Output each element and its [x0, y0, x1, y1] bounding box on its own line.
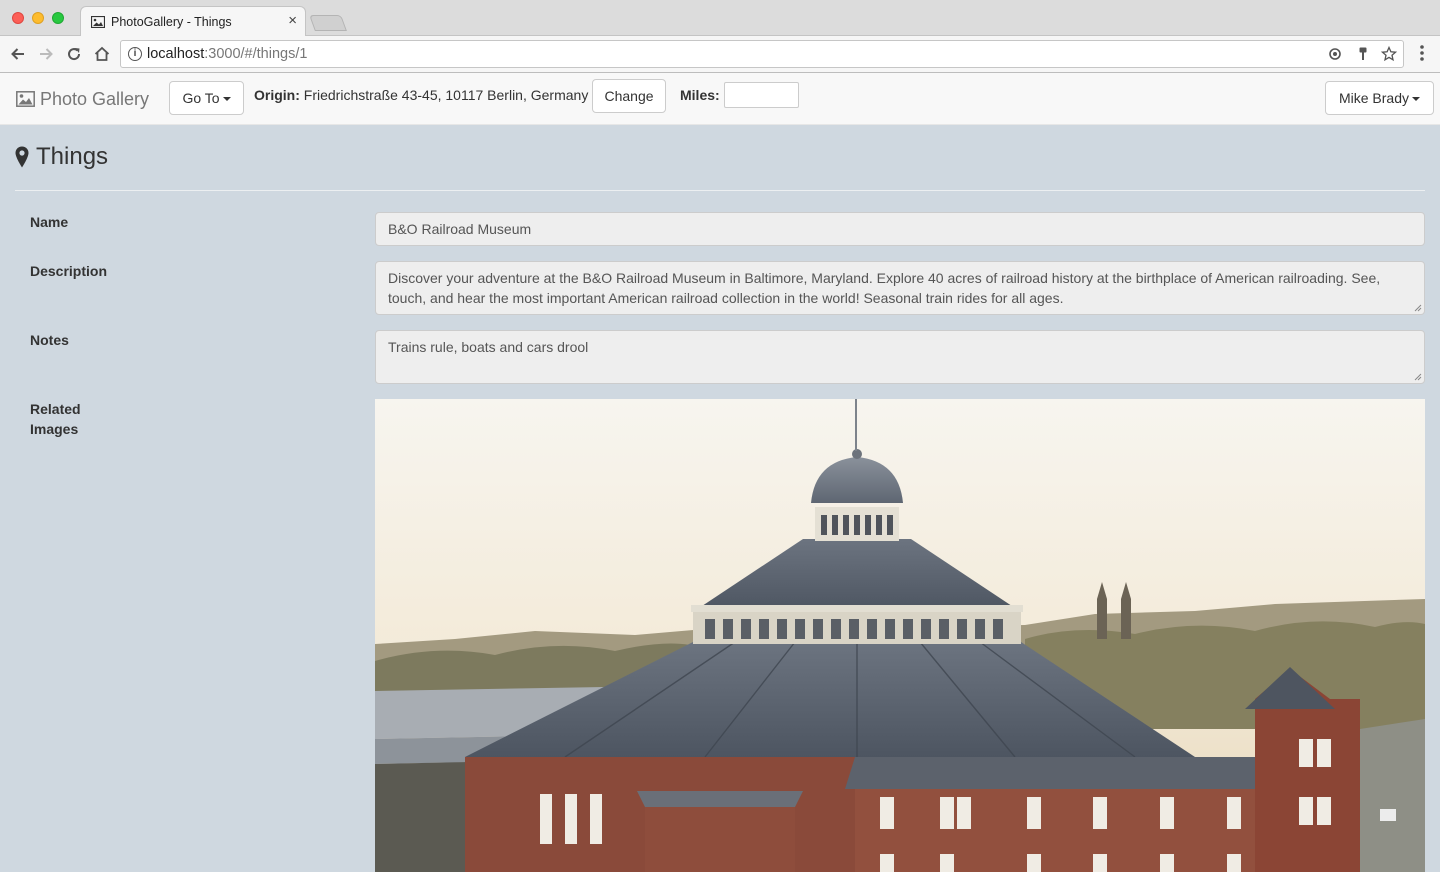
- notes-label: Notes: [30, 332, 69, 348]
- brand-text: Photo Gallery: [40, 88, 150, 109]
- bookmark-star-icon[interactable]: [1380, 45, 1398, 62]
- related-images-label: Related Images: [30, 399, 81, 439]
- browser-toolbar: i localhost:3000/#/things/1: [0, 36, 1440, 73]
- goto-label: Go To: [182, 90, 220, 106]
- name-label: Name: [30, 214, 69, 230]
- picture-icon: [16, 91, 35, 107]
- page-title: Things: [15, 143, 108, 171]
- back-arrow-icon[interactable]: [8, 44, 28, 64]
- brand-link[interactable]: Photo Gallery: [16, 88, 149, 110]
- caret-down-icon: [1412, 97, 1421, 102]
- forward-arrow-icon[interactable]: [36, 44, 56, 64]
- browser-tabstrip: PhotoGallery - Things ×: [0, 0, 1440, 37]
- resize-handle-icon[interactable]: [1414, 373, 1422, 381]
- address-bar[interactable]: i localhost:3000/#/things/1: [120, 40, 1404, 68]
- origin-label: Origin:: [254, 87, 300, 103]
- divider: [15, 190, 1425, 191]
- notes-text: Trains rule, boats and cars drool: [388, 339, 589, 355]
- reload-icon[interactable]: [64, 44, 84, 64]
- origin-display: Origin: Friedrichstraße 43-45, 10117 Ber…: [254, 87, 588, 103]
- resize-handle-icon[interactable]: [1414, 304, 1422, 312]
- related-label-line2: Images: [30, 421, 79, 437]
- description-textarea[interactable]: Discover your adventure at the B&O Railr…: [375, 261, 1425, 315]
- info-icon[interactable]: i: [128, 47, 142, 61]
- miles-label: Miles:: [680, 87, 720, 103]
- url-text[interactable]: localhost:3000/#/things/1: [147, 46, 307, 62]
- tab-close-icon[interactable]: ×: [288, 13, 297, 29]
- page-title-text: Things: [36, 143, 109, 170]
- image-icon: [91, 16, 105, 28]
- user-menu-button[interactable]: Mike Brady: [1325, 81, 1434, 115]
- related-label-line1: Related: [30, 401, 81, 417]
- notes-textarea[interactable]: Trains rule, boats and cars drool: [375, 330, 1425, 384]
- related-image[interactable]: [375, 399, 1425, 872]
- window-minimize-button[interactable]: [32, 12, 44, 24]
- tab-title: PhotoGallery - Things: [111, 15, 232, 29]
- miles-input[interactable]: [724, 82, 799, 108]
- home-icon[interactable]: [92, 44, 112, 64]
- description-label: Description: [30, 263, 108, 279]
- user-label: Mike Brady: [1338, 90, 1410, 106]
- map-marker-icon: [15, 146, 29, 168]
- app-navbar: Photo Gallery Go To Origin: Friedrichstr…: [0, 73, 1440, 125]
- window-maximize-button[interactable]: [52, 12, 64, 24]
- new-tab-button[interactable]: [309, 15, 347, 31]
- browser-tab[interactable]: PhotoGallery - Things ×: [80, 6, 306, 37]
- location-target-icon[interactable]: [1327, 46, 1343, 62]
- change-origin-button[interactable]: Change: [592, 79, 666, 113]
- browser-menu-icon[interactable]: [1414, 42, 1430, 64]
- key-icon[interactable]: [1355, 46, 1371, 62]
- origin-value: Friedrichstraße 43-45, 10117 Berlin, Ger…: [303, 87, 589, 103]
- description-text: Discover your adventure at the B&O Railr…: [388, 270, 1381, 306]
- goto-dropdown-button[interactable]: Go To: [169, 81, 244, 115]
- caret-down-icon: [222, 97, 231, 102]
- window-close-button[interactable]: [12, 12, 24, 24]
- name-field[interactable]: B&O Railroad Museum: [375, 212, 1425, 246]
